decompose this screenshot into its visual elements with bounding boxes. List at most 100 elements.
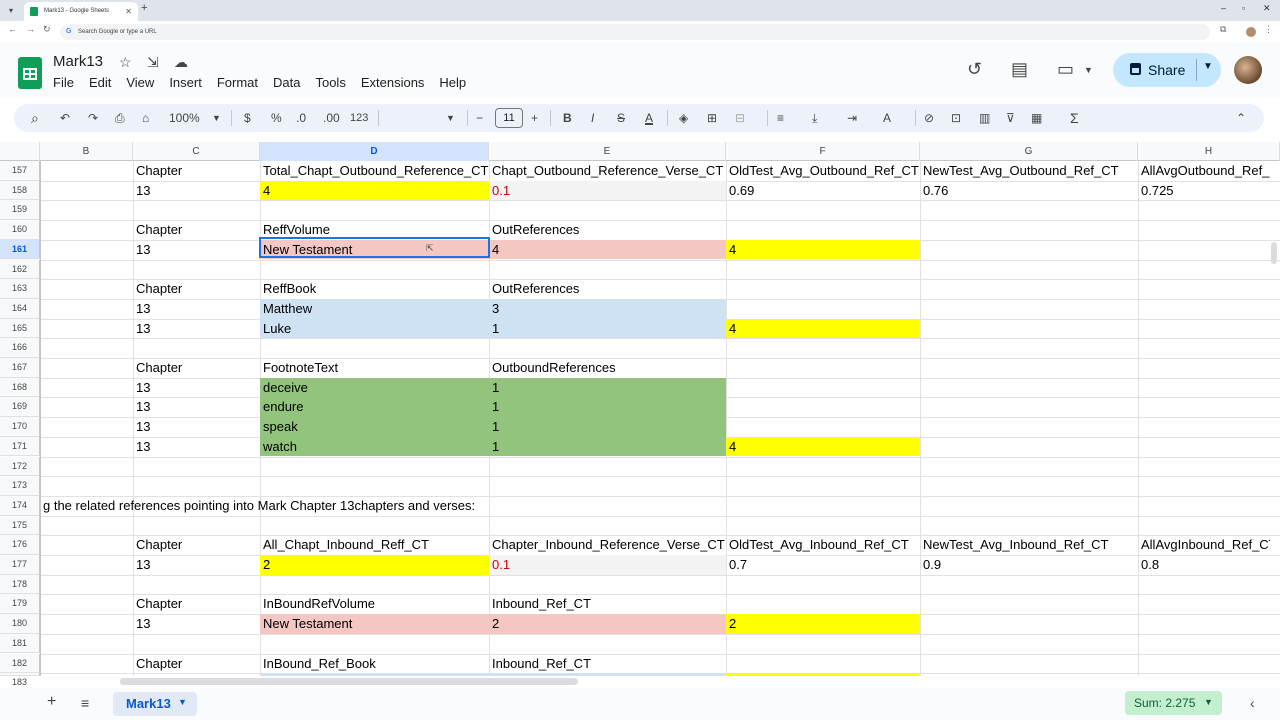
- cell-c177[interactable]: 13: [133, 555, 260, 575]
- cell-c160[interactable]: Chapter: [133, 220, 260, 240]
- menu-extensions[interactable]: Extensions: [361, 75, 425, 90]
- cell-e164[interactable]: 3: [489, 299, 726, 319]
- close-tab-icon[interactable]: ✕: [125, 2, 132, 21]
- select-all-corner[interactable]: [0, 142, 40, 161]
- column-header-b[interactable]: B: [40, 142, 133, 161]
- row-header[interactable]: 180: [0, 614, 40, 634]
- row-header[interactable]: 169: [0, 397, 40, 418]
- cell-h176[interactable]: AllAvgInbound_Ref_CT: [1138, 535, 1270, 555]
- increase-decimal-button[interactable]: .00: [323, 110, 340, 126]
- row-header[interactable]: 158: [0, 180, 40, 201]
- cell-e176[interactable]: Chapter_Inbound_Reference_Verse_CT: [489, 535, 726, 555]
- cell-c169[interactable]: 13: [133, 397, 260, 417]
- cell-d182[interactable]: InBound_Ref_Book: [260, 654, 489, 674]
- cell-c163[interactable]: Chapter: [133, 279, 260, 299]
- cell-d183[interactable]: Matthew: [260, 673, 489, 676]
- reload-icon[interactable]: ↻: [43, 24, 51, 35]
- cell-e182[interactable]: Inbound_Ref_CT: [489, 654, 726, 674]
- vertical-align-icon[interactable]: ⤓: [812, 110, 817, 126]
- cell-c167[interactable]: Chapter: [133, 358, 260, 378]
- cell-d165[interactable]: Luke: [260, 319, 489, 339]
- column-header-e[interactable]: E: [489, 142, 726, 161]
- cell-g176[interactable]: NewTest_Avg_Inbound_Ref_CT: [920, 535, 1138, 555]
- filter-views-icon[interactable]: ▦: [1031, 110, 1042, 126]
- insert-link-icon[interactable]: ⊘: [924, 110, 934, 126]
- insert-comment-icon[interactable]: ⊡: [951, 110, 961, 126]
- cell-d169[interactable]: endure: [260, 397, 489, 417]
- merge-cells-icon[interactable]: ⊟: [735, 110, 745, 126]
- cell-f177[interactable]: 0.7: [726, 555, 920, 575]
- menu-help[interactable]: Help: [439, 75, 466, 90]
- row-header[interactable]: 172: [0, 456, 40, 477]
- cell-c157[interactable]: Chapter: [133, 161, 260, 181]
- font-dropdown-icon[interactable]: ▼: [446, 110, 455, 126]
- row-header[interactable]: 159: [0, 200, 40, 221]
- cell-e157[interactable]: Chapt_Outbound_Reference_Verse_CT: [489, 161, 726, 181]
- menu-file[interactable]: File: [53, 75, 74, 90]
- move-folder-icon[interactable]: ⇲: [147, 54, 159, 71]
- cell-d180[interactable]: New Testament: [260, 614, 489, 634]
- insert-chart-icon[interactable]: ▥: [979, 110, 990, 126]
- text-rotation-icon[interactable]: A: [883, 110, 891, 126]
- more-formats-button[interactable]: 123: [350, 110, 368, 126]
- cell-d179[interactable]: InBoundRefVolume: [260, 594, 489, 614]
- cell-h157[interactable]: AllAvgOutbound_Ref_CT: [1138, 161, 1270, 181]
- maximize-icon[interactable]: ▫: [1242, 3, 1245, 13]
- zoom-select[interactable]: 100%: [169, 110, 200, 126]
- side-panel-toggle-icon[interactable]: ‹: [1250, 695, 1255, 711]
- row-header[interactable]: 164: [0, 298, 40, 319]
- menu-insert[interactable]: Insert: [169, 75, 202, 90]
- print-icon[interactable]: ⎙: [115, 110, 125, 126]
- cell-e160[interactable]: OutReferences: [489, 220, 726, 240]
- text-color-button[interactable]: A: [645, 110, 653, 126]
- redo-icon[interactable]: ↷: [88, 110, 98, 126]
- functions-button[interactable]: Σ: [1070, 110, 1079, 126]
- browser-tab[interactable]: Mark13 - Google Sheets ✕: [24, 2, 138, 21]
- cell-g157[interactable]: NewTest_Avg_Outbound_Ref_CT: [920, 161, 1138, 181]
- paint-format-icon[interactable]: ⌂: [142, 110, 149, 126]
- horizontal-align-icon[interactable]: ≡: [777, 110, 784, 126]
- font-size-decrease-icon[interactable]: −: [476, 110, 483, 126]
- column-header-h[interactable]: H: [1138, 142, 1280, 161]
- tab-search-icon[interactable]: ▾: [4, 4, 18, 18]
- filter-icon[interactable]: ⊽: [1006, 110, 1015, 126]
- cell-c176[interactable]: Chapter: [133, 535, 260, 555]
- column-header-d[interactable]: D: [260, 142, 489, 161]
- cell-c170[interactable]: 13: [133, 417, 260, 437]
- star-icon[interactable]: ☆: [119, 54, 132, 71]
- share-button[interactable]: Share ▼: [1113, 53, 1221, 87]
- cell-d163[interactable]: ReffBook: [260, 279, 489, 299]
- cell-c182[interactable]: Chapter: [133, 654, 260, 674]
- sheets-logo-icon[interactable]: [18, 57, 42, 89]
- cell-d170[interactable]: speak: [260, 417, 489, 437]
- row-header[interactable]: 161: [0, 239, 40, 260]
- meet-icon[interactable]: ▭: [1057, 59, 1074, 80]
- cell-d177[interactable]: 2: [260, 555, 489, 575]
- row-header[interactable]: 177: [0, 555, 40, 575]
- row-header[interactable]: 168: [0, 377, 40, 398]
- cell-e180[interactable]: 2: [489, 614, 726, 634]
- cell-d171[interactable]: watch: [260, 437, 489, 457]
- horizontal-scrollbar[interactable]: [120, 678, 578, 685]
- cell-e161[interactable]: 4: [489, 240, 726, 260]
- new-tab-icon[interactable]: +: [141, 2, 147, 14]
- cell-h158[interactable]: 0.725: [1138, 181, 1270, 201]
- sheet-tab[interactable]: Mark13 ▼: [113, 692, 197, 716]
- borders-icon[interactable]: ⊞: [707, 110, 717, 126]
- cell-h177[interactable]: 0.8: [1138, 555, 1270, 575]
- share-dropdown-icon[interactable]: ▼: [1203, 61, 1213, 72]
- row-header[interactable]: 176: [0, 535, 40, 555]
- cell-e170[interactable]: 1: [489, 417, 726, 437]
- back-icon[interactable]: ←: [8, 24, 17, 34]
- cell-c161[interactable]: 13: [133, 240, 260, 260]
- column-header-f[interactable]: F: [726, 142, 920, 161]
- cell-f176[interactable]: OldTest_Avg_Inbound_Ref_CT: [726, 535, 920, 555]
- version-history-icon[interactable]: ↺: [967, 59, 982, 80]
- cell-e177[interactable]: 0.1: [489, 555, 726, 575]
- row-header[interactable]: 170: [0, 417, 40, 437]
- decrease-decimal-button[interactable]: .0: [296, 110, 306, 126]
- cell-d168[interactable]: deceive: [260, 378, 489, 398]
- column-header-g[interactable]: G: [920, 142, 1138, 161]
- meet-dropdown-icon[interactable]: ▼: [1084, 65, 1093, 75]
- comments-icon[interactable]: ▤: [1011, 59, 1028, 80]
